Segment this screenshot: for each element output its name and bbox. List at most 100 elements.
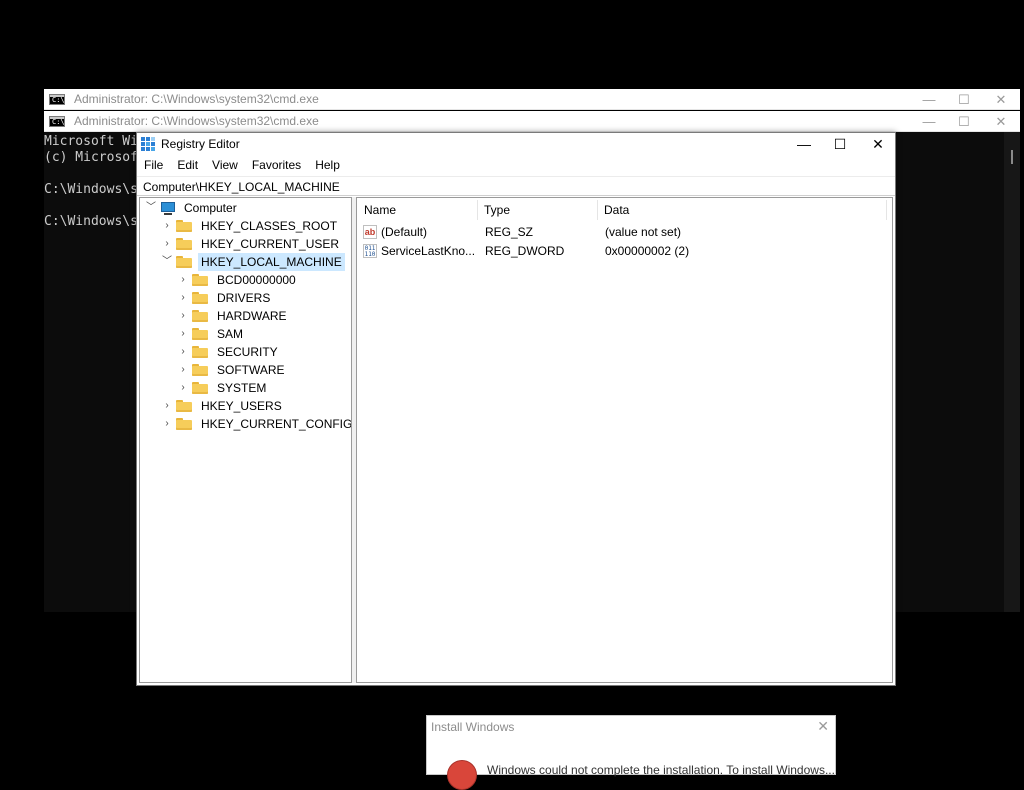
folder-icon bbox=[176, 220, 192, 232]
value-name: (Default) bbox=[381, 225, 428, 239]
folder-icon bbox=[176, 418, 192, 430]
close-button[interactable]: ✕ bbox=[982, 89, 1020, 110]
cmd-window-1-titlebar[interactable]: C:\ Administrator: C:\Windows\system32\c… bbox=[44, 89, 1020, 110]
tree-item-bcd[interactable]: › BCD00000000 bbox=[176, 271, 299, 289]
column-divider[interactable] bbox=[886, 200, 887, 220]
tree-item-software[interactable]: › SOFTWARE bbox=[176, 361, 288, 379]
tree-item-label: BCD00000000 bbox=[217, 273, 296, 287]
value-data: (value not set) bbox=[605, 225, 682, 239]
tree-item-hkey-local-machine[interactable]: ﹀ HKEY_LOCAL_MACHINE bbox=[160, 253, 345, 271]
maximize-button[interactable]: ☐ bbox=[945, 89, 983, 110]
menu-bar: File Edit View Favorites Help bbox=[137, 155, 895, 175]
tree-item-hkey-current-config[interactable]: › HKEY_CURRENT_CONFIG bbox=[160, 415, 352, 433]
registry-editor-icon bbox=[141, 137, 155, 151]
value-type: REG_SZ bbox=[485, 225, 534, 239]
folder-icon bbox=[192, 292, 208, 304]
chevron-right-icon[interactable]: › bbox=[176, 289, 190, 307]
chevron-right-icon[interactable]: › bbox=[160, 397, 174, 415]
menu-file[interactable]: File bbox=[137, 155, 170, 175]
chevron-right-icon[interactable]: › bbox=[176, 307, 190, 325]
cmd-scrollbar[interactable] bbox=[1004, 132, 1020, 612]
chevron-right-icon[interactable]: › bbox=[160, 217, 174, 235]
menu-view[interactable]: View bbox=[205, 155, 245, 175]
address-bar[interactable]: Computer\HKEY_LOCAL_MACHINE bbox=[137, 176, 895, 196]
string-value-icon: ab bbox=[363, 225, 377, 239]
value-row[interactable]: ab (Default) REG_SZ (value not set) bbox=[357, 223, 892, 242]
console-line: C:\Windows\s bbox=[44, 214, 138, 229]
tree-item-label: HKEY_CURRENT_CONFIG bbox=[201, 417, 352, 431]
menu-favorites[interactable]: Favorites bbox=[245, 155, 308, 175]
tree-item-label: HKEY_CURRENT_USER bbox=[201, 237, 340, 251]
tree-item-label: SOFTWARE bbox=[217, 363, 285, 377]
close-button[interactable]: ✕ bbox=[817, 718, 829, 735]
folder-icon bbox=[176, 400, 192, 412]
tree-item-label: HKEY_USERS bbox=[201, 399, 282, 413]
value-type: REG_DWORD bbox=[485, 244, 565, 258]
chevron-down-icon[interactable]: ﹀ bbox=[144, 199, 158, 217]
minimize-button[interactable]: — bbox=[785, 133, 823, 155]
dialog-message: Windows could not complete the installat… bbox=[487, 763, 835, 777]
folder-icon bbox=[192, 364, 208, 376]
close-button[interactable]: ✕ bbox=[859, 133, 897, 155]
minimize-button[interactable]: — bbox=[910, 111, 948, 132]
cmd-icon: C:\ bbox=[49, 115, 65, 127]
dialog-title: Install Windows bbox=[431, 720, 515, 734]
chevron-right-icon[interactable]: › bbox=[176, 379, 190, 397]
value-data: 0x00000002 (2) bbox=[605, 244, 690, 258]
minimize-button[interactable]: — bbox=[910, 89, 948, 110]
tree-item-hkey-users[interactable]: › HKEY_USERS bbox=[160, 397, 285, 415]
cmd-window-1-title: Administrator: C:\Windows\system32\cmd.e… bbox=[74, 92, 319, 106]
value-name: ServiceLastKno... bbox=[381, 244, 475, 258]
folder-icon bbox=[192, 382, 208, 394]
console-line: C:\Windows\s bbox=[44, 182, 138, 197]
chevron-right-icon[interactable]: › bbox=[176, 325, 190, 343]
tree-item-label: HKEY_LOCAL_MACHINE bbox=[198, 253, 345, 271]
maximize-button[interactable]: ☐ bbox=[821, 133, 859, 155]
console-line: (c) Microsof bbox=[44, 150, 138, 165]
close-button[interactable]: ✕ bbox=[982, 111, 1020, 132]
tree-item-label: DRIVERS bbox=[217, 291, 271, 305]
column-header-type[interactable]: Type bbox=[477, 198, 597, 222]
menu-help[interactable]: Help bbox=[308, 155, 347, 175]
cmd-window-2-titlebar[interactable]: C:\ Administrator: C:\Windows\system32\c… bbox=[44, 111, 1020, 132]
values-list[interactable]: Name Type Data ab (Default) REG_SZ (valu… bbox=[356, 197, 893, 683]
tree-item-label: SECURITY bbox=[217, 345, 278, 359]
value-row[interactable]: 011 110 ServiceLastKno... REG_DWORD 0x00… bbox=[357, 242, 892, 261]
tree-item-label: SAM bbox=[217, 327, 244, 341]
maximize-button[interactable]: ☐ bbox=[945, 111, 983, 132]
cmd-window-2-title: Administrator: C:\Windows\system32\cmd.e… bbox=[74, 114, 319, 128]
tree-item-label: HKEY_CLASSES_ROOT bbox=[201, 219, 338, 233]
folder-icon bbox=[176, 238, 192, 250]
console-line: Microsoft Wi bbox=[44, 134, 138, 149]
registry-editor-window: Registry Editor — ☐ ✕ File Edit View Fav… bbox=[136, 132, 896, 686]
chevron-right-icon[interactable]: › bbox=[176, 271, 190, 289]
column-header-data[interactable]: Data bbox=[597, 198, 887, 222]
tree-item-sam[interactable]: › SAM bbox=[176, 325, 246, 343]
tree-item-computer[interactable]: ﹀ Computer bbox=[144, 199, 240, 217]
tree-item-drivers[interactable]: › DRIVERS bbox=[176, 289, 273, 307]
cmd-icon: C:\ bbox=[49, 93, 65, 105]
chevron-down-icon[interactable]: ﹀ bbox=[160, 253, 174, 271]
column-header-name[interactable]: Name bbox=[357, 198, 477, 222]
folder-icon bbox=[176, 256, 192, 268]
key-tree[interactable]: ﹀ Computer › HKEY_CLASSES_ROOT › HKEY_CU… bbox=[139, 197, 352, 683]
scrollbar-thumb[interactable] bbox=[1011, 150, 1013, 164]
folder-icon bbox=[192, 328, 208, 340]
tree-item-label: Computer bbox=[184, 201, 237, 215]
chevron-right-icon[interactable]: › bbox=[160, 415, 174, 433]
tree-item-hkey-current-user[interactable]: › HKEY_CURRENT_USER bbox=[160, 235, 342, 253]
regedit-titlebar[interactable]: Registry Editor — ☐ ✕ bbox=[137, 133, 895, 155]
tree-item-hkey-classes-root[interactable]: › HKEY_CLASSES_ROOT bbox=[160, 217, 340, 235]
tree-item-security[interactable]: › SECURITY bbox=[176, 343, 281, 361]
menu-edit[interactable]: Edit bbox=[170, 155, 205, 175]
tree-item-label: SYSTEM bbox=[217, 381, 267, 395]
tree-item-hardware[interactable]: › HARDWARE bbox=[176, 307, 290, 325]
computer-icon bbox=[160, 201, 176, 215]
tree-item-label: HARDWARE bbox=[217, 309, 287, 323]
chevron-right-icon[interactable]: › bbox=[176, 361, 190, 379]
folder-icon bbox=[192, 310, 208, 322]
tree-item-system[interactable]: › SYSTEM bbox=[176, 379, 269, 397]
chevron-right-icon[interactable]: › bbox=[160, 235, 174, 253]
binary-value-icon: 011 110 bbox=[363, 244, 377, 258]
chevron-right-icon[interactable]: › bbox=[176, 343, 190, 361]
